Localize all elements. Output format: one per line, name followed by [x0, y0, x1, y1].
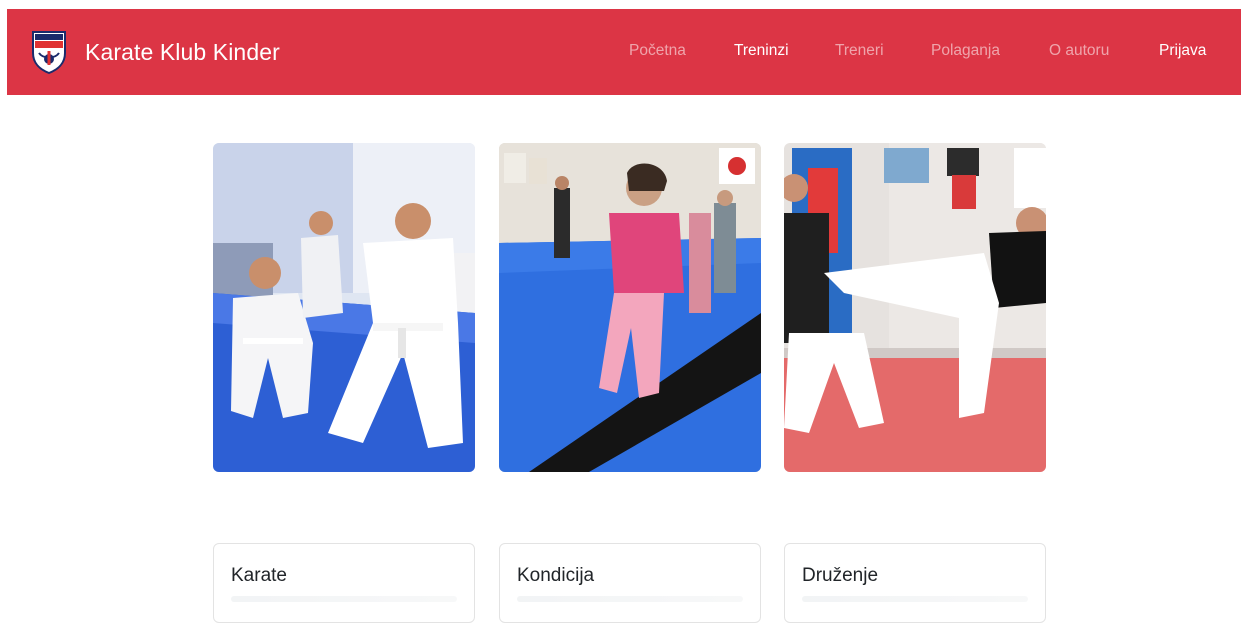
druzenje-image: [784, 143, 1046, 472]
brand-link[interactable]: Karate Klub Kinder: [30, 27, 280, 77]
card-title: Druženje: [802, 565, 879, 586]
brand-name: Karate Klub Kinder: [85, 38, 280, 65]
nav-pocetna[interactable]: Početna: [629, 42, 686, 60]
nav-treneri[interactable]: Treneri: [835, 42, 884, 60]
card-text: [517, 596, 743, 602]
photo-karate-kids: [213, 143, 475, 472]
card-text: [231, 596, 457, 602]
card-title: Karate: [231, 565, 287, 586]
card-text: [802, 596, 1028, 602]
club-logo-icon: [32, 31, 66, 75]
photo-druzenje: [784, 143, 1046, 472]
nav-prijava[interactable]: Prijava: [1159, 42, 1206, 60]
card-druzenje: Druženje: [784, 543, 1046, 623]
card-title: Kondicija: [517, 565, 595, 586]
nav-polaganja[interactable]: Polaganja: [931, 42, 1000, 60]
photo-kondicija: [499, 143, 761, 472]
nav-treninzi[interactable]: Treninzi: [734, 42, 789, 60]
navbar: Karate Klub Kinder Početna Treninzi Tren…: [7, 9, 1241, 95]
card-kondicija: Kondicija: [499, 543, 761, 623]
card-karate: Karate: [213, 543, 475, 623]
kondicija-image: [499, 143, 761, 472]
karate-kids-image: [213, 143, 475, 472]
nav-o-autoru[interactable]: O autoru: [1049, 42, 1109, 60]
